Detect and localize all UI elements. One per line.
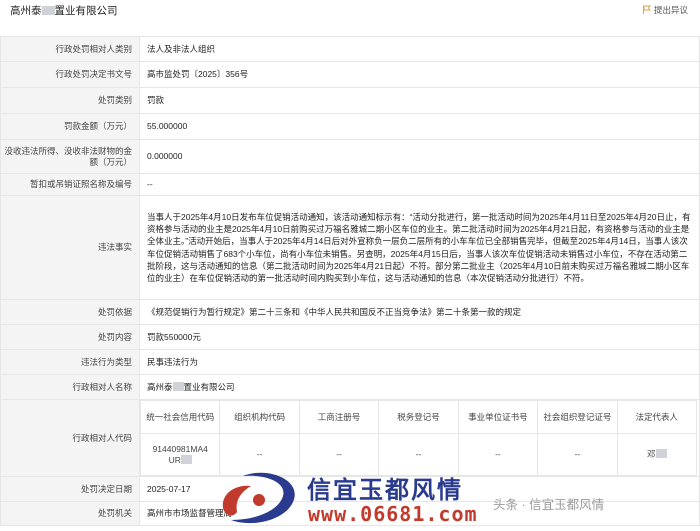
credit-code-line2: UR [143,454,217,466]
value-party-name: 高州泰 置业有限公司 [139,374,700,400]
label-fine-amount: 罚款金额（万元） [0,113,140,140]
page-header: 高州泰 置业有限公司 提出异议 [0,0,700,20]
value-authority: 高州市市场监督管理局 [139,501,700,526]
row-decision-date: 处罚决定日期 2025-07-17 [0,476,700,502]
value-tax-no: -- [378,433,459,476]
label-decision-no: 行政处罚决定书文号 [0,61,140,88]
value-institution-cert: -- [457,433,539,476]
value-reg-no: -- [298,433,380,476]
label-license: 暂扣或吊销证照名称及编号 [0,173,140,196]
value-social-org-cert: -- [537,433,618,476]
value-facts: 当事人于2025年4月10日发布车位促销活动通知，该活动通知标示有：“活动分批进… [139,195,700,300]
label-decision-date: 处罚决定日期 [0,476,140,502]
header-tax-no: 税务登记号 [378,400,459,434]
header-org-code: 组织机构代码 [219,400,300,434]
label-basis: 处罚依据 [0,299,140,325]
header-reg-no: 工商注册号 [298,400,380,434]
row-basis: 处罚依据 《规范促销行为暂行规定》第二十三条和《中华人民共和国反不正当竞争法》第… [0,299,700,325]
value-violation-type: 民事违法行为 [139,349,700,375]
label-party-type: 行政处罚相对人类别 [0,36,140,62]
redaction-mask [180,454,192,464]
row-license: 暂扣或吊销证照名称及编号 -- [0,173,700,196]
value-party-type: 法人及非法人组织 [139,36,700,62]
code-value-row: 91440981MA4 UR -- -- -- -- -- 邓 [139,433,698,476]
label-penalty-type: 处罚类别 [0,87,140,114]
value-org-code: -- [219,433,300,476]
label-party-code: 行政相对人代码 [0,399,140,477]
page-title: 高州泰 置业有限公司 [10,3,118,18]
credit-code-line1: 91440981MA4 [152,443,208,454]
redaction-mask [41,6,55,15]
row-decision-no: 行政处罚决定书文号 高市监处罚〔2025〕356号 [0,61,700,88]
label-party-name: 行政相对人名称 [0,374,140,400]
value-credit-code: 91440981MA4 UR [139,433,221,476]
value-decision-date: 2025-07-17 [139,476,700,502]
value-legal-rep: 邓 [616,433,698,476]
objection-button[interactable]: 提出异议 [642,4,688,16]
row-party-name: 行政相对人名称 高州泰 置业有限公司 [0,374,700,400]
redaction-mask [655,449,667,458]
company-name-suffix: 置业有限公司 [54,5,118,17]
value-confiscation: 0.000000 [139,139,700,174]
value-license: -- [139,173,700,196]
label-confiscation: 没收违法所得、没收非法财物的金额（万元） [0,139,140,174]
redaction-mask [172,381,184,391]
row-confiscation: 没收违法所得、没收非法财物的金额（万元） 0.000000 [0,139,700,174]
label-content: 处罚内容 [0,324,140,350]
header-social-org-cert: 社会组织登记证号 [537,400,618,434]
label-facts: 违法事实 [0,195,140,300]
row-violation-type: 违法行为类型 民事违法行为 [0,349,700,375]
code-header-row: 统一社会信用代码 组织机构代码 工商注册号 税务登记号 事业单位证书号 社会组织… [139,400,698,434]
objection-label: 提出异议 [653,5,688,15]
row-penalty-type: 处罚类别 罚款 [0,87,700,114]
header-credit-code: 统一社会信用代码 [139,400,221,434]
party-name-suffix: 置业有限公司 [183,381,235,392]
flag-icon [642,5,651,15]
row-party-type: 行政处罚相对人类别 法人及非法人组织 [0,36,700,62]
header-legal-rep: 法定代表人 [616,400,698,434]
party-code-cell: 统一社会信用代码 组织机构代码 工商注册号 税务登记号 事业单位证书号 社会组织… [139,399,700,477]
label-authority: 处罚机关 [0,501,140,526]
row-authority: 处罚机关 高州市市场监督管理局 [0,501,700,526]
row-content: 处罚内容 罚款550000元 [0,324,700,350]
value-decision-no: 高市监处罚〔2025〕356号 [139,61,700,88]
party-name-prefix: 高州泰 [147,381,173,392]
row-fine-amount: 罚款金额（万元） 55.000000 [0,113,700,140]
value-fine-amount: 55.000000 [139,113,700,140]
value-basis: 《规范促销行为暂行规定》第二十三条和《中华人民共和国反不正当竞争法》第二十条第一… [139,299,700,325]
company-name-prefix: 高州泰 [10,5,42,17]
row-facts: 违法事实 当事人于2025年4月10日发布车位促销活动通知，该活动通知标示有：“… [0,195,700,300]
label-violation-type: 违法行为类型 [0,349,140,375]
value-content: 罚款550000元 [139,324,700,350]
penalty-detail-table: 行政处罚相对人类别 法人及非法人组织 行政处罚决定书文号 高市监处罚〔2025〕… [0,36,700,526]
party-code-table: 统一社会信用代码 组织机构代码 工商注册号 税务登记号 事业单位证书号 社会组织… [139,400,698,476]
row-party-code: 行政相对人代码 统一社会信用代码 组织机构代码 工商注册号 税务登记号 事业单位… [0,399,700,477]
value-penalty-type: 罚款 [139,87,700,114]
header-institution-cert: 事业单位证书号 [457,400,539,434]
